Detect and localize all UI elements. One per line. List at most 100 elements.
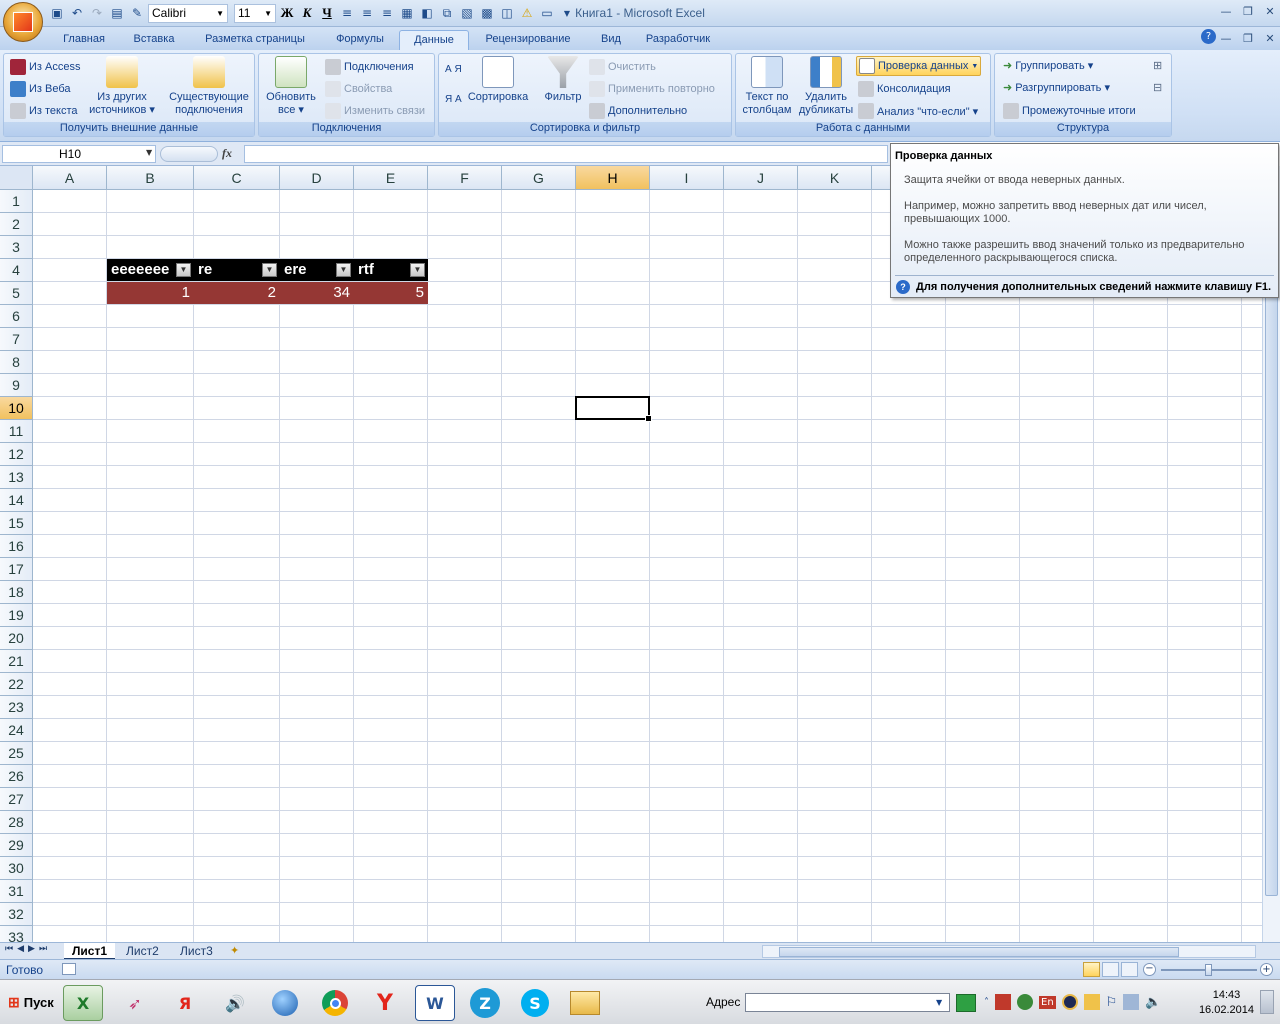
table-cell[interactable]: 34: [280, 282, 354, 304]
row-header-9[interactable]: 9: [0, 374, 33, 397]
refresh-all-button[interactable]: Обновить все ▾: [261, 56, 321, 117]
tray-app-icon[interactable]: [995, 994, 1011, 1010]
group-button[interactable]: ➜ Группировать ▾: [1003, 59, 1093, 72]
column-header-K[interactable]: K: [798, 166, 872, 190]
sheet-nav-arrows-icon[interactable]: ⏮◀▶⏭: [5, 944, 51, 954]
row-header-28[interactable]: 28: [0, 811, 33, 834]
row-header-10[interactable]: 10: [0, 397, 33, 420]
insert-sheet-icon[interactable]: ✦: [230, 944, 239, 957]
show-desktop-button[interactable]: [1260, 990, 1274, 1014]
tab-3[interactable]: Формулы: [321, 30, 399, 50]
row-header-14[interactable]: 14: [0, 489, 33, 512]
help-icon[interactable]: ?: [1201, 29, 1216, 44]
remove-duplicates-button[interactable]: Удалить дубликаты: [796, 56, 856, 117]
macro-record-icon[interactable]: [62, 963, 76, 975]
from-web-button[interactable]: Из Веба: [10, 81, 71, 97]
taskbar-excel-icon[interactable]: X: [63, 985, 103, 1021]
row-header-20[interactable]: 20: [0, 627, 33, 650]
properties-button[interactable]: Свойства: [325, 81, 392, 97]
workbook-minimize-icon[interactable]: —: [1215, 29, 1237, 47]
column-header-A[interactable]: A: [33, 166, 107, 190]
row-header-16[interactable]: 16: [0, 535, 33, 558]
taskbar-sphere-icon[interactable]: [265, 985, 305, 1021]
horizontal-scrollbar[interactable]: [762, 945, 1256, 958]
column-header-E[interactable]: E: [354, 166, 428, 190]
row-header-21[interactable]: 21: [0, 650, 33, 673]
filter-dropdown-icon[interactable]: ▼: [176, 263, 191, 277]
row-header-27[interactable]: 27: [0, 788, 33, 811]
edit-links-button[interactable]: Изменить связи: [325, 103, 425, 119]
table-header-cell[interactable]: re ▼: [194, 259, 280, 281]
formula-input[interactable]: [244, 145, 888, 163]
active-cell[interactable]: [575, 396, 652, 422]
show-detail-icon[interactable]: ⊞: [1153, 59, 1162, 72]
zoom-in-icon[interactable]: +: [1260, 963, 1273, 976]
minimize-icon[interactable]: —: [1215, 2, 1237, 20]
row-header-17[interactable]: 17: [0, 558, 33, 581]
name-box[interactable]: H10: [2, 145, 156, 163]
row-header-4[interactable]: 4: [0, 259, 33, 282]
row-header-1[interactable]: 1: [0, 190, 33, 213]
row-header-7[interactable]: 7: [0, 328, 33, 351]
tab-0[interactable]: Главная: [49, 30, 119, 50]
table-header-cell[interactable]: rtf ▼: [354, 259, 428, 281]
reapply-button[interactable]: Применить повторно: [589, 81, 715, 97]
column-header-I[interactable]: I: [650, 166, 724, 190]
tray-expand-icon[interactable]: ˄: [984, 997, 989, 1008]
tab-6[interactable]: Вид: [587, 30, 635, 50]
tray-network-icon[interactable]: [1123, 994, 1140, 1010]
advanced-filter-button[interactable]: Дополнительно: [589, 103, 687, 119]
column-header-F[interactable]: F: [428, 166, 502, 190]
page-break-view-icon[interactable]: [1121, 962, 1138, 977]
row-header-3[interactable]: 3: [0, 236, 33, 259]
row-header-18[interactable]: 18: [0, 581, 33, 604]
row-header-2[interactable]: 2: [0, 213, 33, 236]
table-cell[interactable]: 5: [354, 282, 428, 304]
taskbar-yandex-browser-icon[interactable]: Я: [165, 985, 205, 1021]
tab-7[interactable]: Разработчик: [635, 30, 721, 50]
page-layout-view-icon[interactable]: [1102, 962, 1119, 977]
tab-4[interactable]: Данные: [399, 30, 469, 50]
table-cell[interactable]: 1: [107, 282, 194, 304]
office-button[interactable]: [3, 2, 43, 42]
tray-volume-icon[interactable]: 🔈: [1145, 995, 1161, 1010]
row-header-12[interactable]: 12: [0, 443, 33, 466]
filter-dropdown-icon[interactable]: ▼: [336, 263, 351, 277]
row-header-22[interactable]: 22: [0, 673, 33, 696]
row-header-30[interactable]: 30: [0, 857, 33, 880]
table-header-cell[interactable]: ere ▼: [280, 259, 354, 281]
chevron-down-icon[interactable]: ▼: [971, 63, 978, 70]
normal-view-icon[interactable]: [1083, 962, 1100, 977]
go-button[interactable]: [956, 994, 976, 1012]
tray-language-icon[interactable]: En: [1039, 995, 1056, 1009]
row-header-31[interactable]: 31: [0, 880, 33, 903]
column-header-D[interactable]: D: [280, 166, 354, 190]
from-other-sources-button[interactable]: Из других источников ▾: [86, 56, 158, 117]
consolidate-button[interactable]: Консолидация: [858, 81, 951, 97]
filter-dropdown-icon[interactable]: ▼: [410, 263, 425, 277]
row-header-11[interactable]: 11: [0, 420, 33, 443]
text-to-columns-button[interactable]: Текст по столбцам: [738, 56, 796, 117]
taskbar-yandex-icon[interactable]: Y: [365, 985, 405, 1021]
sheet-tab-1[interactable]: Лист1: [64, 943, 116, 960]
vertical-scroll-thumb[interactable]: [1265, 196, 1278, 896]
sort-az-button[interactable]: А Я: [445, 64, 462, 75]
zoom-thumb[interactable]: [1205, 964, 1212, 976]
row-header-19[interactable]: 19: [0, 604, 33, 627]
row-header-24[interactable]: 24: [0, 719, 33, 742]
filter-dropdown-icon[interactable]: ▼: [262, 263, 277, 277]
existing-connections-button[interactable]: Существующие подключения: [166, 56, 252, 117]
row-header-32[interactable]: 32: [0, 903, 33, 926]
from-text-button[interactable]: Из текста: [10, 103, 78, 119]
column-header-B[interactable]: B: [107, 166, 194, 190]
hide-detail-icon[interactable]: ⊟: [1153, 81, 1162, 94]
row-header-23[interactable]: 23: [0, 696, 33, 719]
workbook-close-icon[interactable]: ✕: [1259, 29, 1280, 47]
tray-media-icon[interactable]: [1061, 994, 1078, 1010]
workbook-restore-icon[interactable]: ❐: [1237, 29, 1259, 47]
close-icon[interactable]: ✕: [1259, 2, 1280, 20]
tab-2[interactable]: Разметка страницы: [189, 30, 321, 50]
row-header-5[interactable]: 5: [0, 282, 33, 305]
insert-function-icon[interactable]: fx: [222, 146, 232, 161]
taskbar-folder-icon[interactable]: [565, 985, 605, 1021]
